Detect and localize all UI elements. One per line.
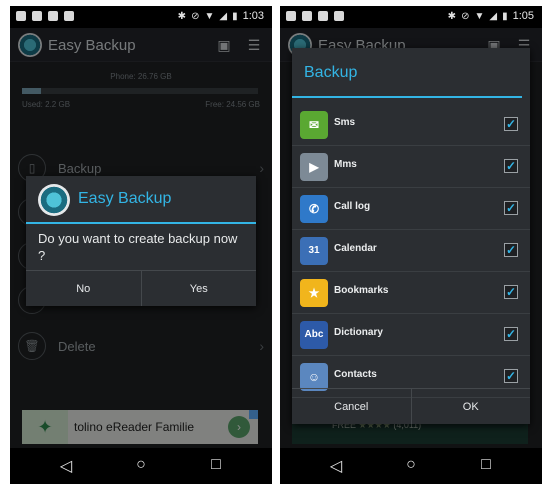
ok-button[interactable]: OK [410, 389, 531, 424]
download-icon [318, 11, 328, 21]
backup-item-label: Calendar [334, 243, 377, 254]
dictionary-icon: Abc [300, 321, 328, 349]
dialog-title-divider [26, 222, 256, 224]
sms-icon: ✉ [300, 111, 328, 139]
bluetooth-icon: ✱ [177, 10, 187, 22]
app-content: Easy Backup ▣ ☰ Phone: 26.76 GB Used: 2.… [10, 28, 272, 448]
app-notification-icon [334, 11, 344, 21]
home-icon[interactable]: ○ [131, 456, 151, 474]
backup-item-label: Call log [334, 201, 371, 212]
dialog-title-divider [292, 96, 522, 98]
backup-item-label: Bookmarks [334, 285, 389, 296]
right-phone-screen: ✱ ⊘ ▼ ◢ ▮ 1:05 Easy Backup ▣ ☰ FREE ★★★★… [280, 6, 542, 484]
app-content: Easy Backup ▣ ☰ FREE ★★★★ (4,011) Backup… [280, 28, 542, 448]
status-bar: ✱ ⊘ ▼ ◢ ▮ 1:03 [10, 6, 272, 28]
dialog-message: Do you want to create backup now ? [38, 231, 238, 263]
no-button[interactable]: No [26, 271, 141, 306]
bluetooth-icon: ✱ [447, 10, 457, 22]
signal-icon: ◢ [489, 10, 498, 22]
backup-item-label: Contacts [334, 369, 377, 380]
backup-item-label: Sms [334, 117, 356, 128]
navigation-bar: ◁ ○ □ [280, 448, 542, 484]
cancel-button[interactable]: Cancel [292, 389, 411, 424]
dialog-title: Easy Backup [78, 190, 172, 207]
do-not-disturb-icon: ⊘ [461, 10, 470, 22]
wifi-icon: ▼ [474, 10, 485, 22]
hangouts-icon [286, 11, 296, 21]
checkbox[interactable]: ✓ [504, 327, 518, 341]
status-time: 1:03 [242, 10, 264, 22]
yes-button[interactable]: Yes [140, 271, 257, 306]
dialog-buttons: Cancel OK [292, 388, 530, 424]
wifi-icon: ▼ [204, 10, 215, 22]
checkbox[interactable]: ✓ [504, 369, 518, 383]
backup-item-label: Dictionary [334, 327, 383, 338]
backup-item-bookmarks[interactable]: ★ Bookmarks ✓ [292, 272, 530, 314]
back-icon[interactable]: ◁ [56, 456, 76, 476]
checkbox[interactable]: ✓ [504, 159, 518, 173]
app-notification-icon [64, 11, 74, 21]
status-time: 1:05 [512, 10, 534, 22]
hangouts-icon [16, 11, 26, 21]
app-logo-icon [38, 184, 70, 216]
confirm-backup-dialog: Easy Backup Do you want to create backup… [26, 176, 256, 306]
dialog-title: Backup [304, 64, 358, 81]
home-icon[interactable]: ○ [401, 456, 421, 474]
back-icon[interactable]: ◁ [326, 456, 346, 476]
battery-icon: ▮ [232, 10, 238, 22]
dialog-buttons: No Yes [26, 270, 256, 306]
notification-icons [286, 11, 344, 21]
navigation-bar: ◁ ○ □ [10, 448, 272, 484]
image-icon [302, 11, 312, 21]
calendar-icon: 31 [300, 237, 328, 265]
left-phone-screen: ✱ ⊘ ▼ ◢ ▮ 1:03 Easy Backup ▣ ☰ Phone: 26… [10, 6, 272, 484]
backup-item-dictionary[interactable]: Abc Dictionary ✓ [292, 314, 530, 356]
checkbox[interactable]: ✓ [504, 243, 518, 257]
mms-icon: ▶ [300, 153, 328, 181]
backup-options-dialog: Backup ✉ Sms ✓ ▶ Mms ✓ ✆ Call log ✓ 31 Calendar ✓ ★ B… [292, 48, 530, 424]
battery-icon: ▮ [502, 10, 508, 22]
checkbox[interactable]: ✓ [504, 285, 518, 299]
backup-item-calendar[interactable]: 31 Calendar ✓ [292, 230, 530, 272]
status-bar: ✱ ⊘ ▼ ◢ ▮ 1:05 [280, 6, 542, 28]
bookmarks-icon: ★ [300, 279, 328, 307]
backup-item-label: Mms [334, 159, 357, 170]
call-log-icon: ✆ [300, 195, 328, 223]
backup-item-sms[interactable]: ✉ Sms ✓ [292, 104, 530, 146]
signal-icon: ◢ [219, 10, 228, 22]
contacts-icon: ☺ [300, 363, 328, 391]
checkbox[interactable]: ✓ [504, 117, 518, 131]
download-icon [48, 11, 58, 21]
backup-item-mms[interactable]: ▶ Mms ✓ [292, 146, 530, 188]
backup-item-call-log[interactable]: ✆ Call log ✓ [292, 188, 530, 230]
recents-icon[interactable]: □ [206, 456, 226, 474]
image-icon [32, 11, 42, 21]
notification-icons [16, 11, 74, 21]
recents-icon[interactable]: □ [476, 456, 496, 474]
checkbox[interactable]: ✓ [504, 201, 518, 215]
do-not-disturb-icon: ⊘ [191, 10, 200, 22]
